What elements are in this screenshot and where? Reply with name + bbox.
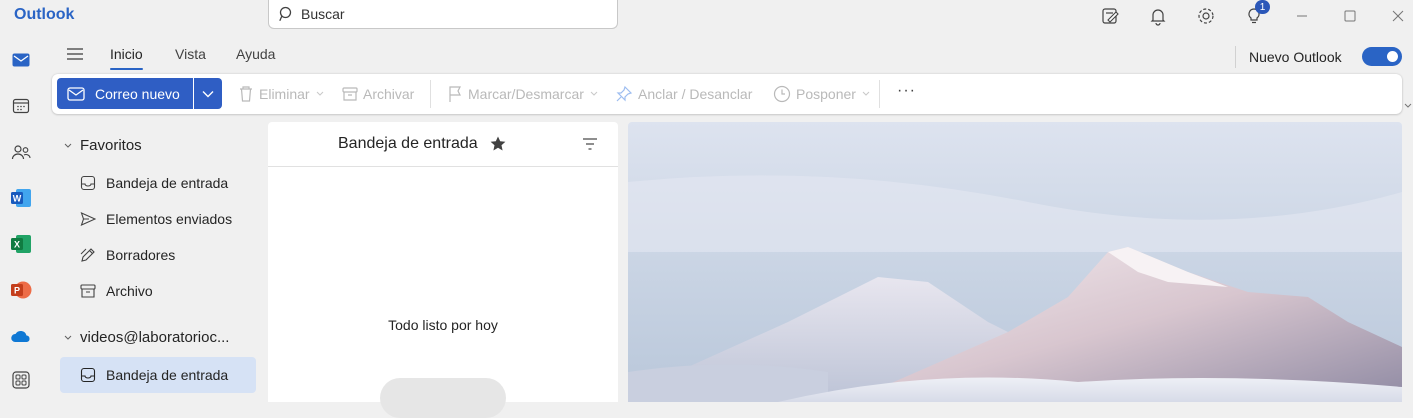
people-icon[interactable]: [9, 140, 33, 164]
reading-pane-background: [628, 122, 1402, 402]
bell-icon[interactable]: [1148, 6, 1168, 26]
chevron-down-icon: [64, 143, 72, 148]
flag-label: Marcar/Desmarcar: [468, 86, 584, 102]
search-box[interactable]: Buscar: [268, 0, 618, 29]
folder-label: Bandeja de entrada: [106, 367, 229, 383]
svg-text:P: P: [14, 286, 20, 296]
search-input[interactable]: Buscar: [301, 6, 345, 22]
svg-text:W: W: [13, 194, 22, 204]
powerpoint-icon[interactable]: P: [9, 278, 33, 302]
new-outlook-toggle[interactable]: [1362, 47, 1402, 66]
message-list: Bandeja de entrada Todo listo por hoy: [268, 122, 618, 418]
snooze-label: Posponer: [796, 86, 856, 102]
pin-label: Anclar / Desanclar: [638, 86, 753, 102]
delete-label: Eliminar: [259, 86, 310, 102]
chevron-down-icon[interactable]: [1404, 96, 1412, 112]
archive-button[interactable]: Archivar: [342, 84, 414, 104]
empty-state-text: Todo listo por hoy: [388, 317, 498, 333]
snooze-button[interactable]: Posponer: [773, 84, 870, 104]
close-icon[interactable]: [1388, 6, 1408, 26]
pin-button[interactable]: Anclar / Desanclar: [615, 84, 752, 104]
search-icon: [279, 6, 292, 22]
favorites-header[interactable]: Favoritos: [64, 137, 142, 154]
onedrive-icon[interactable]: [9, 324, 33, 348]
toolbar-divider: [430, 80, 431, 108]
minimize-icon[interactable]: [1292, 6, 1312, 26]
tab-inicio[interactable]: Inicio: [110, 46, 143, 70]
chevron-down-icon: [202, 90, 214, 97]
folder-drafts[interactable]: Borradores: [60, 237, 256, 273]
pin-icon: [616, 85, 633, 102]
mail-icon[interactable]: [9, 48, 33, 72]
maximize-icon[interactable]: [1340, 6, 1360, 26]
new-mail-label: Correo nuevo: [95, 85, 180, 102]
chevron-down-icon: [316, 91, 323, 96]
folder-account-inbox[interactable]: Bandeja de entrada: [60, 357, 256, 393]
new-mail-button[interactable]: Correo nuevo: [57, 78, 193, 109]
ribbon-tabs: Inicio Vista Ayuda: [44, 38, 1413, 72]
draft-icon: [80, 248, 95, 262]
archive-label: Archivar: [363, 86, 415, 102]
trash-icon: [240, 86, 252, 102]
chevron-down-icon: [590, 91, 598, 96]
tips-badge: 1: [1255, 0, 1270, 14]
message-list-header: Bandeja de entrada: [268, 122, 618, 167]
folder-favorites-inbox[interactable]: Bandeja de entrada: [60, 165, 256, 201]
folder-label: Archivo: [106, 283, 153, 299]
divider: [1235, 46, 1236, 68]
excel-icon[interactable]: X: [9, 232, 33, 256]
empty-state-illustration: [380, 378, 506, 418]
flag-button[interactable]: Marcar/Desmarcar: [447, 84, 598, 104]
calendar-icon[interactable]: [9, 94, 33, 118]
apps-icon[interactable]: [9, 368, 33, 392]
folder-archive[interactable]: Archivo: [60, 273, 256, 309]
filter-icon[interactable]: [582, 137, 598, 154]
account-label: videos@laboratorioc...: [80, 329, 230, 346]
more-options-button[interactable]: ···: [897, 82, 916, 100]
folder-pane: Favoritos Bandeja de entrada Elementos e…: [52, 122, 264, 402]
clock-icon: [773, 85, 791, 103]
mountain-landscape-image: [628, 122, 1402, 402]
inbox-icon: [80, 175, 96, 191]
gear-icon[interactable]: [1196, 6, 1216, 26]
word-icon[interactable]: W: [9, 186, 33, 210]
delete-button[interactable]: Eliminar: [238, 84, 324, 104]
mail-icon: [67, 86, 85, 101]
app-rail: W X P: [0, 38, 44, 402]
hamburger-icon[interactable]: [66, 46, 84, 65]
folder-sent-items[interactable]: Elementos enviados: [60, 201, 256, 237]
folder-label: Borradores: [106, 247, 176, 263]
chevron-down-icon: [64, 335, 72, 340]
favorites-label: Favoritos: [80, 137, 142, 154]
toolbar-divider: [879, 80, 880, 108]
app-title: Outlook: [14, 6, 75, 23]
new-mail-dropdown[interactable]: [194, 78, 222, 109]
chevron-down-icon: [862, 91, 870, 96]
archive-icon: [342, 87, 358, 101]
star-icon[interactable]: [489, 135, 507, 156]
inbox-icon: [80, 367, 96, 383]
message-list-title: Bandeja de entrada: [338, 135, 478, 152]
new-outlook-label: Nuevo Outlook: [1249, 49, 1342, 65]
send-icon: [80, 211, 96, 227]
tab-ayuda[interactable]: Ayuda: [236, 46, 275, 62]
tab-vista[interactable]: Vista: [175, 46, 206, 62]
command-toolbar: Correo nuevo Eliminar Archivar Marcar/De…: [52, 74, 1402, 114]
archive-icon: [80, 284, 96, 298]
account-header[interactable]: videos@laboratorioc...: [64, 329, 229, 346]
my-day-icon[interactable]: [1100, 6, 1120, 26]
svg-text:X: X: [14, 240, 20, 250]
flag-icon: [449, 86, 461, 102]
folder-label: Bandeja de entrada: [106, 175, 229, 191]
title-bar: Outlook Buscar 1: [0, 0, 1413, 34]
folder-label: Elementos enviados: [106, 211, 233, 227]
